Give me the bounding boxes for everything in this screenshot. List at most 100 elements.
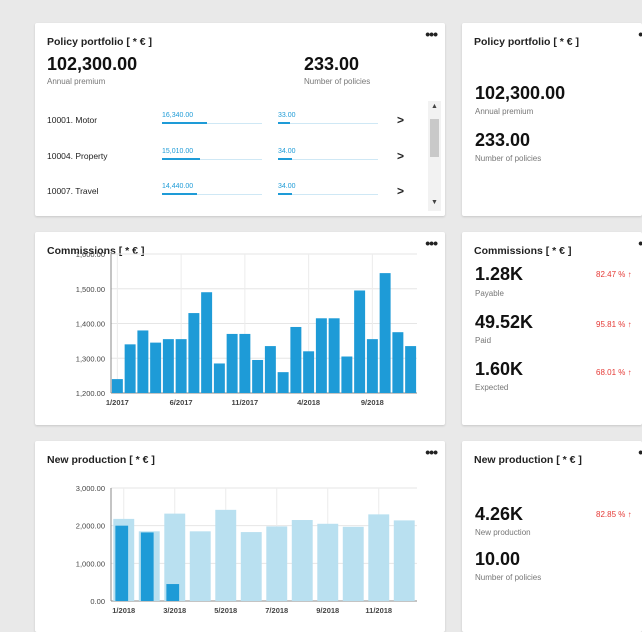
payable-change: 82.47 % ↑ [596,270,632,279]
card-title: Commissions [ * € ] [474,245,572,257]
commissions-kpi-card: Commissions [ * € ] ••• 1.28K Payable 82… [462,232,642,425]
scroll-thumb[interactable] [430,119,439,157]
commission-bar [379,273,391,393]
commission-bar [354,290,366,393]
commission-bar [392,332,404,393]
chevron-right-icon[interactable]: > [397,184,404,198]
x-tick-label: 7/2018 [265,606,288,615]
policies-label: Number of policies [304,77,371,86]
count-bar [278,122,290,124]
commissions-bar-chart: 1,200.00 1,300.00 1,400.00 1,500.00 1,600.00… [76,250,417,407]
commission-bar [341,356,353,393]
prior-year-bar [189,531,211,601]
prior-year-bar [342,526,364,601]
new-production-value: 4.26K [475,504,524,524]
y-tick-label: 1,000.00 [76,559,105,568]
more-menu-icon[interactable]: ••• [638,445,642,459]
prior-year-bar [291,520,313,601]
policy-portfolio-kpi-card: Policy portfolio [ * € ] ••• 102,300.00 … [462,23,642,216]
scroll-up-icon[interactable]: ▲ [431,103,438,110]
commission-bar [366,339,378,393]
commission-bar [124,344,136,393]
count-bar [278,193,292,195]
x-tick-label: 4/2018 [297,398,320,407]
card-title: Policy portfolio [ * € ] [474,36,580,48]
row-count: 33.00 [278,112,296,119]
more-menu-icon[interactable]: ••• [425,27,438,41]
prior-year-bar [266,526,288,601]
new-production-label: New production [475,528,531,537]
commission-bar [150,342,162,393]
new-production-change: 82.85 % ↑ [596,510,632,519]
commission-bar [226,333,238,393]
x-tick-label: 1/2017 [106,398,129,407]
payable-value: 1.28K [475,264,524,284]
y-tick-label: 2,000.00 [76,522,105,531]
annual-premium-value: 102,300.00 [47,54,138,74]
x-tick-label: 11/2017 [232,398,259,407]
policies-label: Number of policies [475,573,542,582]
annual-premium-label: Annual premium [47,77,106,86]
commission-bar [264,346,276,393]
y-tick-label: 3,000.00 [76,484,105,493]
paid-label: Paid [475,336,492,345]
row-premium: 16,340.00 [162,112,194,119]
chevron-right-icon[interactable]: > [397,113,404,127]
commission-bar [252,359,264,393]
y-tick-label: 0.00 [90,597,105,606]
y-tick-label: 1,600.00 [76,250,105,259]
policy-portfolio-card: Policy portfolio [ * € ] ••• 102,300.00 … [35,23,445,216]
annual-premium-label: Annual premium [475,107,534,116]
more-menu-icon[interactable]: ••• [638,236,642,250]
paid-value: 49.52K [475,312,534,332]
commission-bar [315,318,327,393]
commission-bar [111,379,123,393]
prior-year-bar [393,520,415,601]
commission-bar [277,372,289,393]
commission-bar [239,333,251,393]
scroll-down-icon[interactable]: ▼ [431,199,438,206]
more-menu-icon[interactable]: ••• [638,27,642,41]
commission-bar [188,313,200,393]
new-production-chart-card: New production [ * € ] ••• 0.00 1,000.00 2… [35,441,445,632]
paid-change: 95.81 % ↑ [596,320,632,329]
annual-premium-value: 102,300.00 [475,83,566,103]
current-year-bar [115,525,129,601]
commission-bar [137,330,149,393]
new-production-kpi-card: New production [ * € ] ••• 4.26K New pro… [462,441,642,632]
commission-bar [328,318,340,393]
commission-bar [290,326,302,393]
list-scrollbar[interactable]: ▲ ▼ [428,101,441,211]
expected-label: Expected [475,383,509,392]
card-title: New production [ * € ] [474,454,582,466]
expected-value: 1.60K [475,359,524,379]
prior-year-bar [215,509,237,601]
row-count: 34.00 [278,148,296,155]
row-label: 10001. Motor [47,115,98,125]
commission-bar [213,363,225,393]
y-tick-label: 1,300.00 [76,354,105,363]
commissions-chart-card: Commissions [ * € ] ••• 1,200.00 1,300.00… [35,232,445,425]
payable-label: Payable [475,289,504,298]
y-tick-label: 1,200.00 [76,389,105,398]
x-tick-label: 6/2017 [170,398,193,407]
commission-bar [405,346,417,393]
y-tick-label: 1,500.00 [76,285,105,294]
count-bar [278,158,292,160]
prior-year-bar [368,514,390,601]
count-track [278,123,378,124]
x-tick-label: 5/2018 [214,606,237,615]
prior-year-bar [240,532,262,601]
new-production-bar-chart: 0.00 1,000.00 2,000.00 3,000.00 1/2018 3/2018… [76,484,417,615]
count-track [278,194,378,195]
commission-bar [201,292,213,393]
x-tick-label: 3/2018 [163,606,186,615]
row-label: 10007. Travel [47,186,99,196]
commission-bar [175,339,187,393]
count-track [278,159,378,160]
current-year-bar [166,584,180,601]
chevron-right-icon[interactable]: > [397,149,404,163]
policies-label: Number of policies [475,154,542,163]
y-tick-label: 1,400.00 [76,320,105,329]
row-label: 10004. Property [47,151,108,161]
